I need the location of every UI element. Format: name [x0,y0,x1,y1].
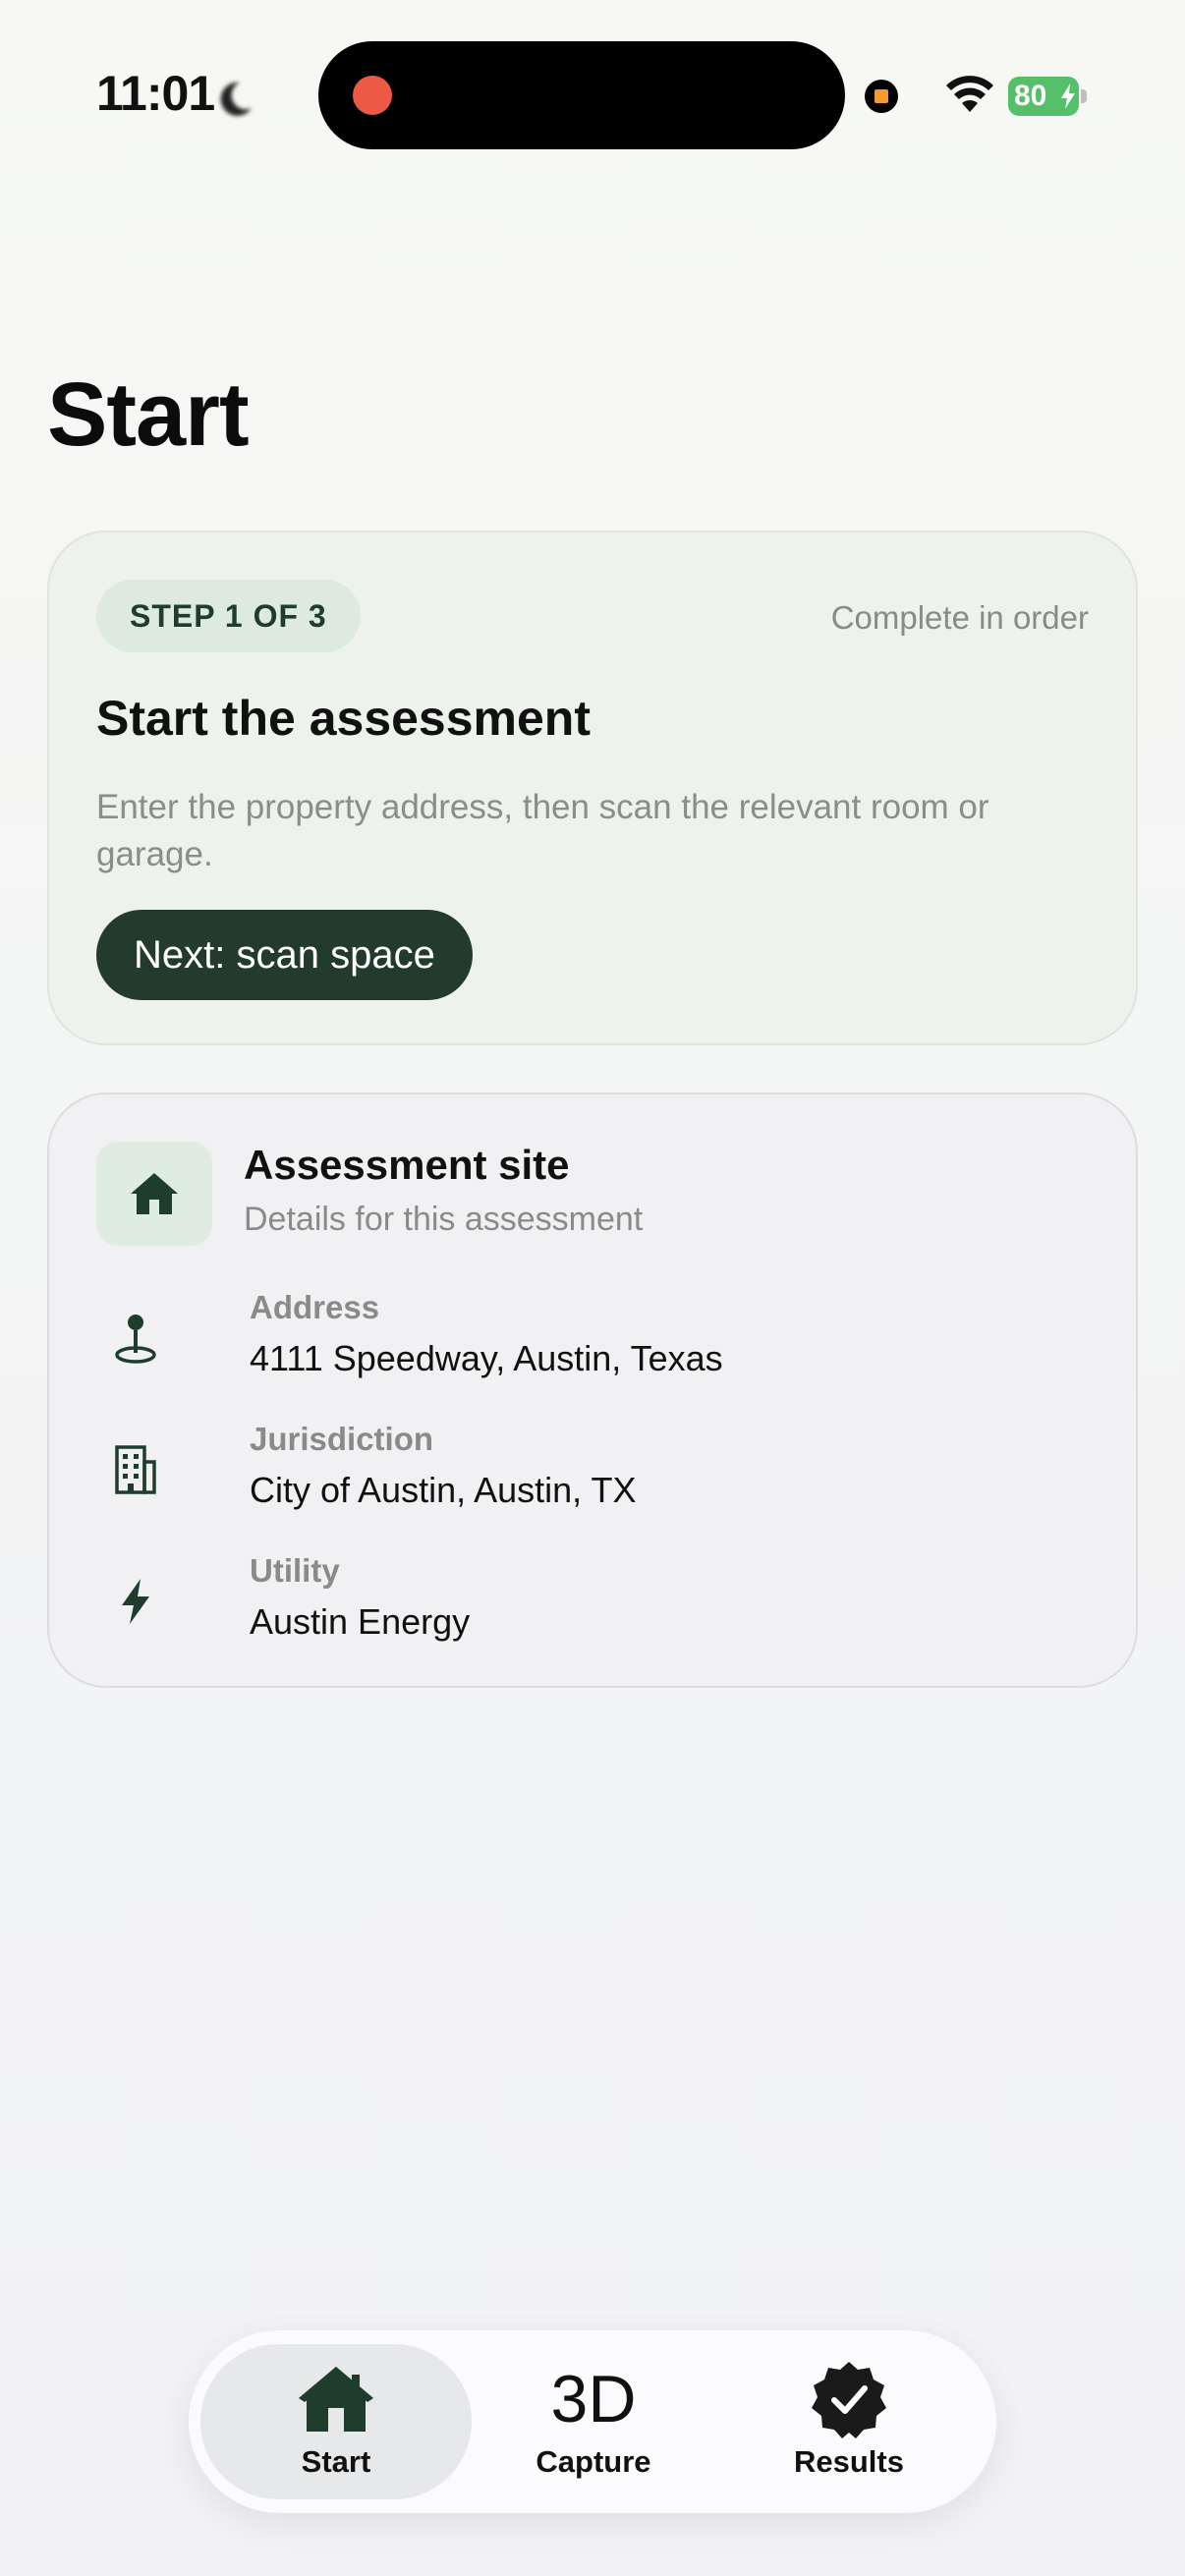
checkmark-seal-icon [808,2360,890,2438]
bolt-icon [106,1572,165,1631]
tab-label: Start [301,2444,371,2479]
battery-level: 80 [1014,80,1047,112]
detail-value: City of Austin, Austin, TX [250,1470,637,1510]
page-title: Start [47,364,250,465]
detail-value: Austin Energy [250,1601,471,1642]
charging-bolt-icon [1061,84,1075,109]
3d-capture-icon: 3D [550,2362,637,2436]
record-dot [353,76,392,115]
step-title: Start the assessment [96,691,592,746]
tab-label: Capture [536,2444,651,2479]
detail-label: Jurisdiction [250,1421,434,1457]
tab-capture[interactable]: 3D Capture [458,2344,729,2499]
wifi-icon [946,76,993,112]
detail-label: Address [250,1289,380,1325]
house-icon [295,2360,377,2438]
detail-address: Address 4111 Speedway, Austin, Texas [96,1289,1079,1387]
building-icon [106,1440,165,1499]
house-icon [131,1173,178,1214]
next-scan-space-button[interactable]: Next: scan space [96,910,473,1000]
tab-start[interactable]: Start [200,2344,472,2499]
site-title: Assessment site [244,1142,570,1188]
detail-value: 4111 Speedway, Austin, Texas [250,1338,723,1378]
status-time: 11:01 [96,66,215,121]
status-bar: 11:01 80 [0,0,1185,187]
site-icon-box [96,1142,212,1246]
detail-label: Utility [250,1552,340,1589]
screen-recording-icon [865,80,898,113]
tab-label: Results [794,2444,904,2479]
detail-jurisdiction: Jurisdiction City of Austin, Austin, TX [96,1421,1079,1519]
step-description: Enter the property address, then scan th… [96,788,989,873]
site-subtitle: Details for this assessment [244,1201,644,1238]
map-pin-icon [106,1309,165,1368]
bottom-tab-bar: Start 3D Capture Results [189,2330,996,2513]
detail-utility: Utility Austin Energy [96,1552,1079,1651]
tab-results[interactable]: Results [713,2344,985,2499]
step-hint: Complete in order [830,599,1089,636]
step-badge: STEP 1 OF 3 [96,580,361,652]
step-card: STEP 1 OF 3 Complete in order Start the … [47,531,1138,1045]
battery-icon: 80 [1008,77,1087,116]
assessment-site-card: Assessment site Details for this assessm… [47,1092,1138,1688]
dynamic-island[interactable] [318,41,845,149]
moon-icon [220,82,252,116]
